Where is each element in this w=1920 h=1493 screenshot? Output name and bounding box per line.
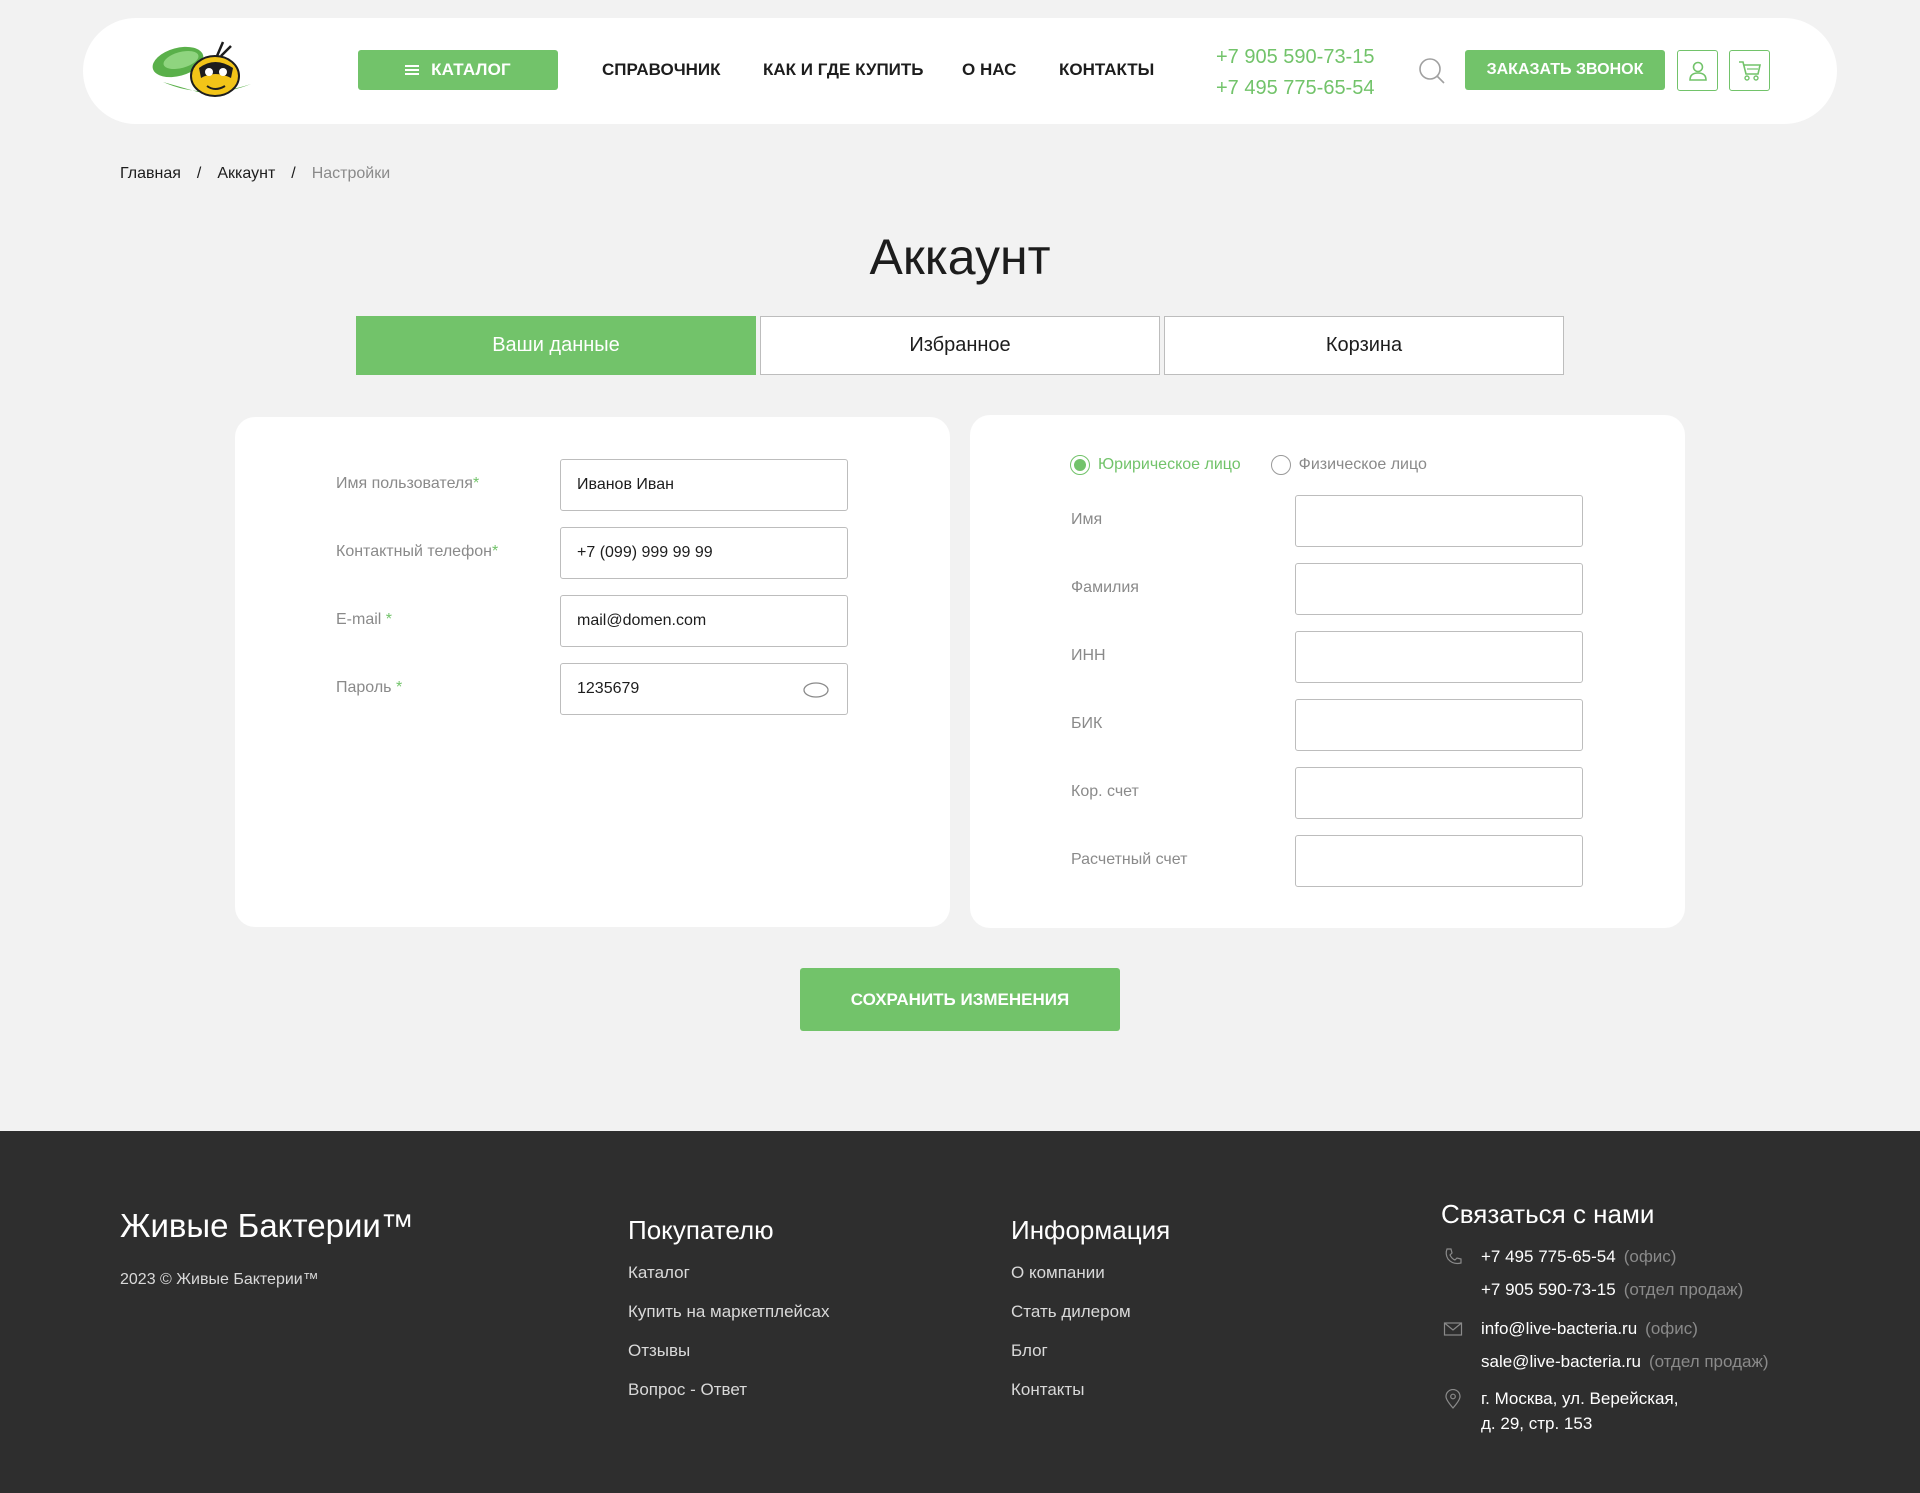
nav-contacts[interactable]: КОНТАКТЫ: [1059, 60, 1154, 80]
first-name-label: Имя: [1071, 511, 1103, 528]
corr-account-field[interactable]: [1295, 767, 1583, 819]
bik-input[interactable]: [1296, 700, 1582, 750]
radio-individual-label: Физическое лицо: [1298, 456, 1427, 473]
last-name-field[interactable]: [1295, 563, 1583, 615]
footer-email-2[interactable]: sale@live-bacteria.ru (отдел продаж): [1481, 1352, 1769, 1372]
settlement-account-input[interactable]: [1296, 836, 1582, 886]
nav-how-to-buy[interactable]: КАК И ГДЕ КУПИТЬ: [763, 60, 924, 80]
last-name-input[interactable]: [1296, 564, 1582, 614]
footer-link-faq[interactable]: Вопрос - Ответ: [628, 1380, 747, 1400]
phone-row: Контактный телефон*: [336, 543, 498, 561]
footer-link-catalog[interactable]: Каталог: [628, 1263, 690, 1283]
cart-button[interactable]: [1729, 50, 1770, 91]
phone-icon: [1445, 1248, 1462, 1265]
username-row: Имя пользователя*: [336, 475, 479, 493]
phone-label: Контактный телефон*: [336, 543, 499, 560]
footer-contacts-title: Связаться с нами: [1441, 1199, 1655, 1229]
settlement-account-field[interactable]: [1295, 835, 1583, 887]
breadcrumb: Главная / Аккаунт / Настройки: [120, 165, 390, 183]
account-button[interactable]: [1677, 50, 1718, 91]
footer-phone-2[interactable]: +7 905 590-73-15 (отдел продаж): [1481, 1280, 1743, 1300]
inn-input[interactable]: [1296, 632, 1582, 682]
username-field[interactable]: [560, 459, 848, 511]
radio-checked-icon: [1070, 455, 1090, 475]
corr-account-label: Кор. счет: [1071, 783, 1139, 800]
footer-link-reviews[interactable]: Отзывы: [628, 1341, 690, 1361]
username-label: Имя пользователя*: [336, 475, 480, 492]
catalog-label: КАТАЛОГ: [431, 60, 511, 79]
footer-link-contacts[interactable]: Контакты: [1011, 1380, 1084, 1400]
site-header: КАТАЛОГ СПРАВОЧНИК КАК И ГДЕ КУПИТЬ О НА…: [83, 18, 1837, 124]
mail-icon: [1443, 1322, 1463, 1336]
radio-individual[interactable]: Физическое лицо: [1270, 455, 1427, 475]
site-footer: Живые Бактерии™ 2023 © Живые Бактерии™ П…: [0, 1131, 1920, 1493]
footer-link-about[interactable]: О компании: [1011, 1263, 1105, 1283]
account-tabs: Ваши данные Избранное Корзина: [356, 316, 1564, 375]
corr-account-input[interactable]: [1296, 768, 1582, 818]
footer-brand: Живые Бактерии™: [120, 1207, 414, 1244]
email-label: E-mail *: [336, 611, 393, 628]
settlement-account-label: Расчетный счет: [1071, 851, 1188, 868]
password-label: Пароль *: [336, 679, 403, 696]
footer-address-line-2: д. 29, стр. 153: [1481, 1414, 1593, 1433]
user-icon: [1688, 61, 1707, 81]
footer-info-title: Информация: [1011, 1215, 1171, 1245]
username-input[interactable]: [561, 460, 847, 510]
radio-legal-label: Юририческое лицо: [1098, 456, 1241, 473]
phone-input[interactable]: [561, 528, 847, 578]
password-field[interactable]: [560, 663, 848, 715]
email-input[interactable]: [561, 596, 847, 646]
location-pin-icon: [1445, 1389, 1461, 1409]
header-phones: +7 905 590-73-15 +7 495 775-65-54: [1216, 42, 1374, 104]
inn-field[interactable]: [1295, 631, 1583, 683]
radio-unchecked-icon: [1270, 455, 1291, 475]
footer-copyright: 2023 © Живые Бактерии™: [120, 1271, 319, 1288]
footer-link-dealer[interactable]: Стать дилером: [1011, 1302, 1131, 1322]
breadcrumb-separator: /: [196, 165, 202, 182]
phone-field[interactable]: [560, 527, 848, 579]
header-phone-2[interactable]: +7 495 775-65-54: [1216, 73, 1374, 104]
bik-field[interactable]: [1295, 699, 1583, 751]
email-row: E-mail *: [336, 611, 392, 629]
save-changes-button[interactable]: СОХРАНИТЬ ИЗМЕНЕНИЯ: [800, 968, 1120, 1031]
footer-phone-1[interactable]: +7 495 775-65-54 (офис): [1481, 1247, 1676, 1267]
first-name-input[interactable]: [1296, 496, 1582, 546]
bik-label: БИК: [1071, 715, 1103, 732]
user-data-card: Имя пользователя* Контактный телефон* E-…: [235, 417, 950, 927]
entity-type-radios: Юририческое лицо Физическое лицо: [1070, 455, 1427, 475]
nav-about[interactable]: О НАС: [962, 60, 1016, 80]
breadcrumb-account[interactable]: Аккаунт: [217, 165, 275, 183]
footer-link-marketplaces[interactable]: Купить на маркетплейсах: [628, 1302, 829, 1322]
tab-your-data[interactable]: Ваши данные: [356, 316, 756, 375]
search-icon[interactable]: [1418, 57, 1446, 85]
show-password-icon[interactable]: [803, 682, 829, 698]
footer-buyer-title: Покупателю: [628, 1215, 774, 1245]
tab-cart[interactable]: Корзина: [1164, 316, 1564, 375]
email-field[interactable]: [560, 595, 848, 647]
password-row: Пароль *: [336, 679, 402, 697]
callback-button[interactable]: ЗАКАЗАТЬ ЗВОНОК: [1465, 50, 1665, 90]
entity-data-card: Юририческое лицо Физическое лицо Имя Фам…: [970, 415, 1685, 928]
tab-favorites[interactable]: Избранное: [760, 316, 1160, 375]
nav-reference[interactable]: СПРАВОЧНИК: [602, 60, 721, 80]
inn-label: ИНН: [1071, 647, 1106, 664]
breadcrumb-current: Настройки: [311, 165, 391, 182]
cart-icon: [1738, 60, 1761, 81]
breadcrumb-separator: /: [291, 165, 296, 182]
footer-address-line-1: г. Москва, ул. Верейская,: [1481, 1389, 1679, 1408]
menu-icon: [405, 65, 420, 75]
radio-legal-entity[interactable]: Юририческое лицо: [1070, 455, 1241, 475]
breadcrumb-home[interactable]: Главная: [120, 165, 181, 183]
page-title: Аккаунт: [869, 229, 1051, 285]
last-name-label: Фамилия: [1071, 579, 1139, 596]
catalog-button[interactable]: КАТАЛОГ: [358, 50, 558, 90]
footer-email-1[interactable]: info@live-bacteria.ru (офис): [1481, 1319, 1698, 1339]
first-name-field[interactable]: [1295, 495, 1583, 547]
footer-link-blog[interactable]: Блог: [1011, 1341, 1048, 1361]
header-phone-1[interactable]: +7 905 590-73-15: [1216, 42, 1374, 73]
logo-bee-icon[interactable]: [143, 34, 263, 106]
